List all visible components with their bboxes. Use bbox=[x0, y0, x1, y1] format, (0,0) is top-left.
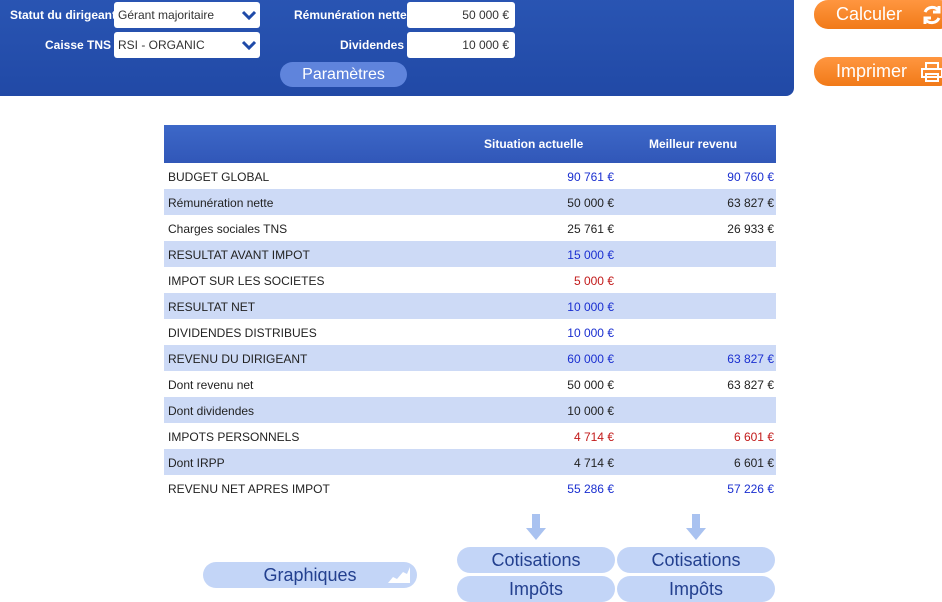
situation-actuelle-value: 55 286 € bbox=[567, 482, 614, 496]
row-label: RESULTAT NET bbox=[168, 300, 256, 314]
row-label: BUDGET GLOBAL bbox=[168, 170, 270, 184]
table-row: REVENU NET APRES IMPOT 55 286 € 57 226 € bbox=[164, 475, 776, 501]
meilleur-revenu-value: 63 827 € bbox=[727, 352, 774, 366]
table-row: Dont IRPP 4 714 € 6 601 € bbox=[164, 449, 776, 475]
meilleur-revenu-value: 63 827 € bbox=[727, 196, 774, 210]
situation-actuelle-value: 4 714 € bbox=[573, 456, 614, 470]
remuneration-input[interactable]: 50 000 € bbox=[407, 2, 515, 28]
header-meilleur-revenu: Meilleur revenu bbox=[649, 137, 738, 151]
graphiques-label: Graphiques bbox=[263, 565, 357, 585]
row-label: Rémunération nette bbox=[168, 196, 274, 210]
impots-actuelle-button[interactable]: Impôts bbox=[457, 576, 615, 602]
row-label: Charges sociales TNS bbox=[168, 222, 288, 236]
table-row: Dont revenu net 50 000 € 63 827 € bbox=[164, 371, 776, 397]
table-row: Dont dividendes 10 000 € bbox=[164, 397, 776, 423]
arrow-down-icon bbox=[686, 514, 706, 540]
caisse-value: RSI - ORGANIC bbox=[118, 38, 205, 52]
table-row: REVENU DU DIRIGEANT 60 000 € 63 827 € bbox=[164, 345, 776, 371]
graphiques-button[interactable]: Graphiques bbox=[203, 562, 417, 588]
row-label: REVENU DU DIRIGEANT bbox=[168, 352, 308, 366]
row-label: RESULTAT AVANT IMPOT bbox=[168, 248, 310, 262]
table-row: RESULTAT AVANT IMPOT 15 000 € bbox=[164, 241, 776, 267]
caisse-label: Caisse TNS bbox=[45, 38, 112, 52]
refresh-icon bbox=[923, 5, 941, 25]
table-row: IMPOTS PERSONNELS 4 714 € 6 601 € bbox=[164, 423, 776, 449]
meilleur-revenu-value: 63 827 € bbox=[727, 378, 774, 392]
calculer-button[interactable]: Calculer bbox=[814, 0, 942, 29]
situation-actuelle-value: 10 000 € bbox=[567, 326, 614, 340]
meilleur-revenu-value: 90 760 € bbox=[727, 170, 774, 184]
calculer-label: Calculer bbox=[836, 4, 903, 24]
dividendes-input[interactable]: 10 000 € bbox=[407, 32, 515, 58]
chart-icon bbox=[388, 567, 410, 583]
table-row: RESULTAT NET 10 000 € bbox=[164, 293, 776, 319]
caisse-select[interactable]: RSI - ORGANIC bbox=[114, 32, 260, 58]
situation-actuelle-value: 60 000 € bbox=[567, 352, 614, 366]
cotisations-meilleur-button[interactable]: Cotisations bbox=[617, 547, 775, 573]
situation-actuelle-value: 4 714 € bbox=[573, 430, 614, 444]
table-row: Charges sociales TNS 25 761 € 26 933 € bbox=[164, 215, 776, 241]
row-label: Dont IRPP bbox=[168, 456, 225, 470]
statut-value: Gérant majoritaire bbox=[118, 8, 215, 22]
row-label: IMPOTS PERSONNELS bbox=[168, 430, 300, 444]
table-row: Rémunération nette 50 000 € 63 827 € bbox=[164, 189, 776, 215]
meilleur-revenu-value: 57 226 € bbox=[727, 482, 774, 496]
situation-actuelle-value: 10 000 € bbox=[567, 404, 614, 418]
cotisations-actuelle-button[interactable]: Cotisations bbox=[457, 547, 615, 573]
results-table: Situation actuelle Meilleur revenu BUDGE… bbox=[164, 125, 776, 501]
statut-label: Statut du dirigeant bbox=[10, 8, 116, 22]
situation-actuelle-value: 90 761 € bbox=[567, 170, 614, 184]
table-row: IMPOT SUR LES SOCIETES 5 000 € bbox=[164, 267, 776, 293]
table-row: BUDGET GLOBAL 90 761 € 90 760 € bbox=[164, 163, 776, 189]
meilleur-revenu-value: 26 933 € bbox=[727, 222, 774, 236]
situation-actuelle-value: 50 000 € bbox=[567, 196, 614, 210]
situation-actuelle-value: 5 000 € bbox=[573, 274, 614, 288]
situation-actuelle-value: 10 000 € bbox=[567, 300, 614, 314]
imprimer-button[interactable]: Imprimer bbox=[814, 57, 942, 86]
table-body: BUDGET GLOBAL 90 761 € 90 760 € Rémunératio… bbox=[164, 163, 776, 501]
header-situation-actuelle: Situation actuelle bbox=[484, 137, 584, 151]
arrow-down-icon bbox=[526, 514, 546, 540]
row-label: DIVIDENDES DISTRIBUES bbox=[168, 326, 317, 340]
chevron-down-icon bbox=[241, 40, 257, 51]
imprimer-label: Imprimer bbox=[836, 61, 907, 81]
meilleur-revenu-value: 6 601 € bbox=[733, 456, 774, 470]
parametres-button[interactable]: Paramètres bbox=[280, 62, 407, 87]
remuneration-label: Rémunération nette bbox=[294, 8, 407, 22]
row-label: IMPOT SUR LES SOCIETES bbox=[168, 274, 325, 288]
situation-actuelle-value: 25 761 € bbox=[567, 222, 614, 236]
row-label: Dont dividendes bbox=[168, 404, 255, 418]
printer-icon bbox=[921, 62, 942, 82]
row-label: REVENU NET APRES IMPOT bbox=[168, 482, 330, 496]
statut-select[interactable]: Gérant majoritaire bbox=[114, 2, 260, 28]
situation-actuelle-value: 50 000 € bbox=[567, 378, 614, 392]
dividendes-label: Dividendes bbox=[340, 38, 405, 52]
row-label: Dont revenu net bbox=[168, 378, 254, 392]
table-row: DIVIDENDES DISTRIBUES 10 000 € bbox=[164, 319, 776, 345]
meilleur-revenu-value: 6 601 € bbox=[733, 430, 774, 444]
chevron-down-icon bbox=[241, 10, 257, 21]
impots-meilleur-button[interactable]: Impôts bbox=[617, 576, 775, 602]
situation-actuelle-value: 15 000 € bbox=[567, 248, 614, 262]
table-header: Situation actuelle Meilleur revenu bbox=[164, 125, 776, 163]
